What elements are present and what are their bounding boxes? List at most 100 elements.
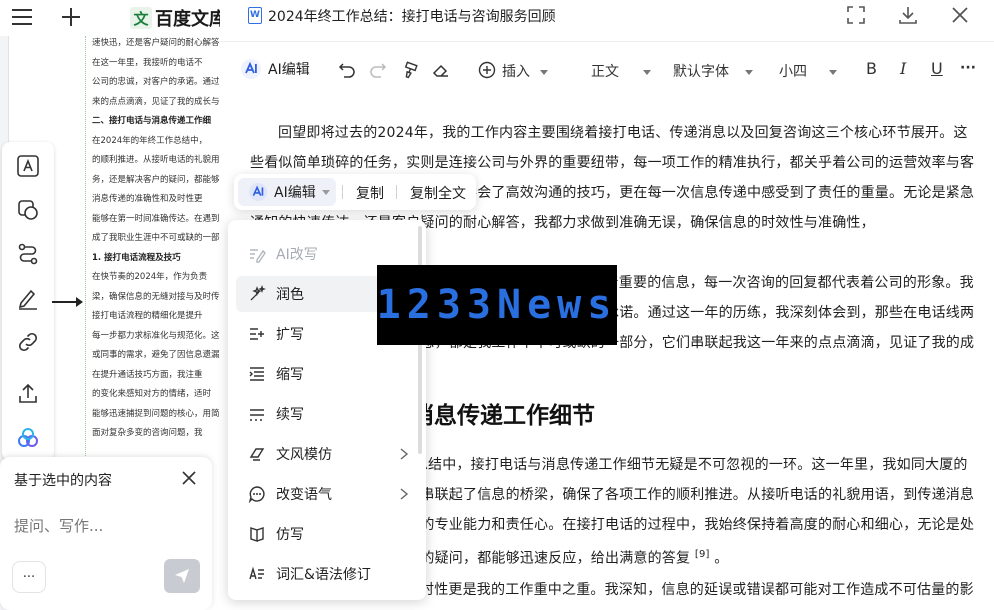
ai-edit-icon <box>248 182 268 202</box>
plus-icon[interactable] <box>60 6 82 28</box>
close-icon[interactable] <box>180 469 198 487</box>
insert-label: 插入 <box>502 64 530 80</box>
divider <box>396 185 397 199</box>
menu-item-shorten[interactable]: 缩写 <box>236 356 412 392</box>
menu-item-label: 仿写 <box>276 527 304 543</box>
copy-button[interactable]: 复制 <box>356 183 384 203</box>
ai-edit-button[interactable]: AI编辑 <box>240 58 310 80</box>
send-button[interactable] <box>164 559 200 593</box>
chevron-right-icon <box>400 448 409 460</box>
background-doc-line: 梁，确保信息的无缝对接与及时传 <box>92 291 220 302</box>
redo-icon[interactable] <box>369 61 387 79</box>
insert-dropdown[interactable]: 插入 <box>502 61 548 81</box>
fullscreen-icon[interactable] <box>846 5 866 25</box>
menu-header-label: AI改写 <box>276 247 318 263</box>
background-doc-line: 在这一年里，我接听的电话不 <box>92 57 203 68</box>
menu-item-style[interactable]: 文风模仿 <box>236 436 412 472</box>
text-tool-icon[interactable] <box>16 154 40 178</box>
caret-down-icon <box>321 189 330 195</box>
menu-item-imitate[interactable]: 仿写 <box>236 516 412 552</box>
style-label: 正文 <box>591 64 619 80</box>
tone-icon <box>248 486 265 503</box>
background-doc-line: 二、接打电话与消息传递工作细 <box>92 116 212 126</box>
ai-edit-icon <box>241 59 261 79</box>
format-painter-icon[interactable] <box>402 61 420 79</box>
send-icon <box>175 569 189 583</box>
menu-item-label: 缩写 <box>276 367 304 383</box>
ai-edit-label: AI编辑 <box>268 62 310 78</box>
link-icon[interactable] <box>16 330 40 354</box>
watermark-logo: 1233News <box>377 265 617 345</box>
citation-9[interactable]: [9] <box>695 549 710 560</box>
ask-input[interactable] <box>14 517 194 535</box>
menu-item-label: 文风模仿 <box>276 447 332 463</box>
shorten-icon <box>249 367 264 381</box>
background-doc-line: 的变化来感知对方的情绪，适时 <box>92 389 212 399</box>
background-doc-line: 1. 接打电话流程及技巧 <box>92 252 181 263</box>
underline-button[interactable]: U <box>931 59 943 78</box>
grammar-icon <box>249 566 264 580</box>
eraser-icon[interactable] <box>432 61 450 79</box>
shape-tool-icon[interactable] <box>16 198 40 222</box>
bold-button[interactable]: B <box>866 59 877 78</box>
copy-all-button[interactable]: 复制全文 <box>410 183 466 203</box>
menu-item-label: 改变语气 <box>276 487 332 503</box>
background-doc-line: 务，还是解决客户的疑问，都能够 <box>92 174 220 185</box>
menu-item-grammar[interactable]: 词汇&语法修订 <box>236 556 412 592</box>
rewrite-icon <box>250 249 266 263</box>
background-doc-line: 能够在第一时间准确传达。在遇到 <box>92 213 220 224</box>
background-doc-line: 在提升通话技巧方面，我注重 <box>92 369 203 380</box>
menu-item-label: 扩写 <box>276 327 304 343</box>
ask-panel: 基于选中的内容 ··· <box>0 457 212 610</box>
arrow-head-icon <box>76 297 83 307</box>
close-window-icon[interactable] <box>950 5 970 25</box>
background-doc-line: 的顺利推进。从接听电话的礼貌用 <box>92 155 220 165</box>
document-title: 2024年终工作总结：接打电话与咨询服务回顾 <box>268 9 556 25</box>
more-options-button[interactable]: ··· <box>960 60 976 76</box>
editor-header: W 2024年终工作总结：接打电话与咨询服务回顾 <box>220 0 994 42</box>
word-doc-icon: W <box>248 7 262 24</box>
selection-ai-label: AI编辑 <box>274 185 316 201</box>
caret-down-icon <box>745 69 753 75</box>
flow-tool-icon[interactable] <box>16 242 40 266</box>
italic-button[interactable]: I <box>900 59 906 78</box>
selection-ai-edit-button[interactable]: AI编辑 <box>238 178 336 206</box>
caret-down-icon <box>643 69 651 75</box>
ask-panel-title: 基于选中的内容 <box>14 473 112 489</box>
background-doc-line: 能够迅速捕捉到问题的核心，用简 <box>92 408 220 419</box>
editor-toolbar: AI编辑 插入 正文 默认字体 小四 B I U ··· <box>220 52 994 88</box>
font-size-dropdown[interactable]: 小四 <box>779 61 837 81</box>
watermark-text: 1233News <box>376 282 618 328</box>
background-doc-line: 消息传递的准确性和及时性更 <box>92 194 203 204</box>
background-doc-line: 或同事的需求，避免了因信息遗漏 <box>92 350 220 360</box>
menu-item-label: 润色 <box>276 287 304 303</box>
divider <box>342 185 343 199</box>
background-doc-line: 来的点点滴滴，见证了我的成长与 <box>92 96 220 107</box>
caret-down-icon <box>540 69 548 75</box>
background-doc-line: 成了我职业生涯中不可或缺的一部 <box>92 233 220 243</box>
background-doc-line: 速快迅，还是客户疑问的耐心解答 <box>92 38 220 48</box>
menu-icon[interactable] <box>12 8 32 26</box>
logo-mark: 文 <box>130 7 152 29</box>
menu-item-tone[interactable]: 改变语气 <box>236 476 412 512</box>
style-icon <box>249 448 265 461</box>
menu-item-continue[interactable]: 续写 <box>236 396 412 432</box>
background-doc-line: 面对复杂多变的咨询问题，我 <box>92 428 203 438</box>
paragraph-3-end: 。 <box>714 550 729 567</box>
menu-item-label: 词汇&语法修订 <box>276 567 371 583</box>
continue-icon <box>250 409 264 421</box>
paragraph-style-dropdown[interactable]: 正文 <box>591 61 651 81</box>
background-doc-line: 在快节奏的2024年，作为负责 <box>92 272 208 282</box>
upload-icon[interactable] <box>16 382 40 406</box>
pen-tool-icon[interactable] <box>16 286 40 310</box>
more-button[interactable]: ··· <box>12 561 46 593</box>
app-topbar: 文 百度文库 <box>0 0 230 36</box>
menu-item-label: 续写 <box>276 407 304 423</box>
caret-down-icon <box>829 69 837 75</box>
font-family-dropdown[interactable]: 默认字体 <box>673 61 753 81</box>
polish-icon <box>250 285 266 301</box>
undo-icon[interactable] <box>338 61 356 79</box>
ai-assistant-icon[interactable] <box>16 426 40 450</box>
download-icon[interactable] <box>898 5 918 25</box>
insert-icon[interactable] <box>478 61 496 79</box>
